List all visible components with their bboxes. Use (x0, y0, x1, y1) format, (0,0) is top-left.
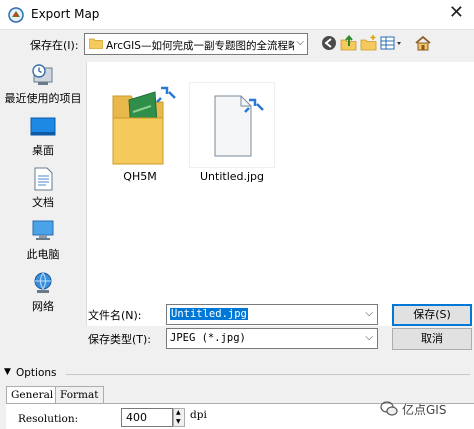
watermark-text: 亿点GIS (402, 403, 447, 417)
file-name: QH5M (123, 170, 157, 183)
export-dialog: 保存在(I): ArcGIS—如何完成一副专题图的全流程略 ⌵ 最近使用的项目 … (0, 30, 474, 429)
filename-label: 文件名(N): (88, 309, 142, 322)
save-in-dropdown[interactable]: ArcGIS—如何完成一副专题图的全流程略 ⌵ (84, 33, 308, 55)
collapse-icon[interactable]: ▼ (4, 367, 11, 377)
tab-format[interactable]: Format (55, 386, 104, 403)
back-arrow-icon (322, 36, 336, 50)
save-button[interactable]: 保存(S) (392, 304, 472, 326)
file-item-image[interactable]: Untitled.jpg (188, 81, 276, 192)
file-item-folder[interactable]: QH5M (97, 82, 183, 192)
file-list[interactable]: QH5M Untitled.jpg (86, 62, 474, 326)
spin-down-icon[interactable]: ▼ (176, 419, 181, 425)
this-pc-icon (30, 218, 56, 244)
folder-icon (97, 82, 183, 168)
cancel-button[interactable]: 取消 (392, 328, 472, 350)
filename-input[interactable]: Untitled.jpg ⌵ (166, 304, 378, 325)
place-desktop[interactable]: 桌面 (0, 114, 86, 164)
view-menu-icon (380, 36, 401, 50)
wechat-icon (380, 401, 398, 417)
place-network[interactable]: 网络 (0, 270, 86, 320)
resolution-value: 400 (126, 411, 147, 424)
filetype-label: 保存类型(T): (88, 333, 152, 346)
chevron-down-icon[interactable]: ⌵ (296, 37, 304, 48)
recent-icon (30, 62, 56, 88)
up-folder-icon (340, 34, 357, 51)
title-bar: Export Map ✕ (0, 0, 474, 30)
place-this-pc[interactable]: 此电脑 (0, 218, 86, 268)
desktop-icon (30, 114, 56, 140)
filename-value: Untitled.jpg (170, 308, 248, 320)
save-in-label: 保存在(I): (30, 39, 79, 52)
place-label: 网络 (32, 300, 54, 313)
options-header[interactable]: ▼ Options (0, 367, 474, 380)
resolution-label: Resolution: (18, 413, 79, 425)
tab-general[interactable]: General (6, 386, 59, 404)
place-recent[interactable]: 最近使用的项目 (0, 62, 86, 112)
new-folder-icon (360, 35, 377, 51)
resolution-spinner[interactable]: ▲ ▼ (173, 408, 185, 427)
back-button[interactable] (320, 34, 338, 52)
options-divider (66, 374, 470, 375)
resolution-unit: dpi (190, 409, 207, 421)
close-button[interactable]: ✕ (449, 4, 464, 22)
home-icon (415, 35, 431, 51)
current-folder-name: ArcGIS—如何完成一副专题图的全流程略 (106, 40, 294, 52)
place-documents[interactable]: 文档 (0, 166, 86, 216)
folder-icon (88, 37, 104, 50)
up-folder-button[interactable] (340, 34, 358, 52)
chevron-down-icon[interactable]: ⌵ (365, 308, 373, 319)
places-bar: 最近使用的项目 桌面 文档 此电脑 网络 (0, 62, 86, 326)
place-label: 此电脑 (26, 248, 60, 261)
spin-up-icon[interactable]: ▲ (176, 410, 181, 416)
new-folder-button[interactable] (360, 34, 378, 52)
place-label: 桌面 (32, 144, 54, 157)
home-button[interactable] (414, 34, 432, 52)
chevron-down-icon[interactable]: ⌵ (365, 332, 373, 343)
watermark: 亿点GIS (380, 399, 468, 419)
view-menu-button[interactable] (380, 34, 404, 52)
place-label: 文档 (32, 196, 54, 209)
options-label: Options (16, 367, 57, 379)
place-label: 最近使用的项目 (4, 92, 82, 105)
window-title: Export Map (31, 7, 100, 21)
network-icon (30, 270, 56, 296)
resolution-input[interactable]: 400 (121, 408, 173, 427)
documents-icon (30, 166, 56, 192)
filetype-value: JPEG (*.jpg) (170, 332, 246, 344)
filetype-select[interactable]: JPEG (*.jpg) ⌵ (166, 328, 378, 349)
file-name: Untitled.jpg (199, 170, 265, 183)
image-file-icon (188, 81, 276, 169)
arcmap-icon (7, 6, 25, 24)
